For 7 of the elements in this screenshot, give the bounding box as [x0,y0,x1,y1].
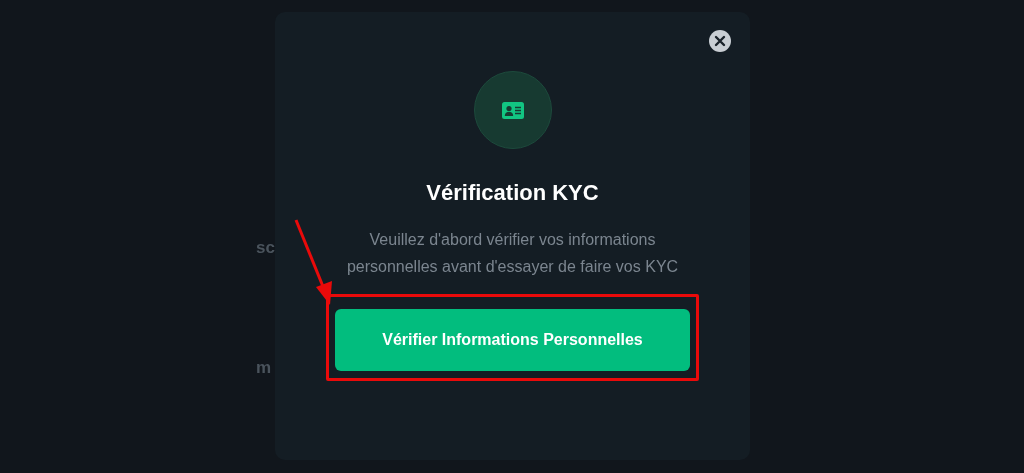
close-icon[interactable] [709,30,731,52]
modal-message: Veuillez d'abord vérifier vos informations personnelles avant d'essayer de faire vos KYC [345,230,680,277]
background-text: sc [256,238,275,258]
id-card-icon [501,101,524,119]
verify-button[interactable]: Vérifier Informations Personnelles [335,309,690,371]
background-text: m [256,358,272,378]
modal-title: Vérification KYC [426,179,599,207]
